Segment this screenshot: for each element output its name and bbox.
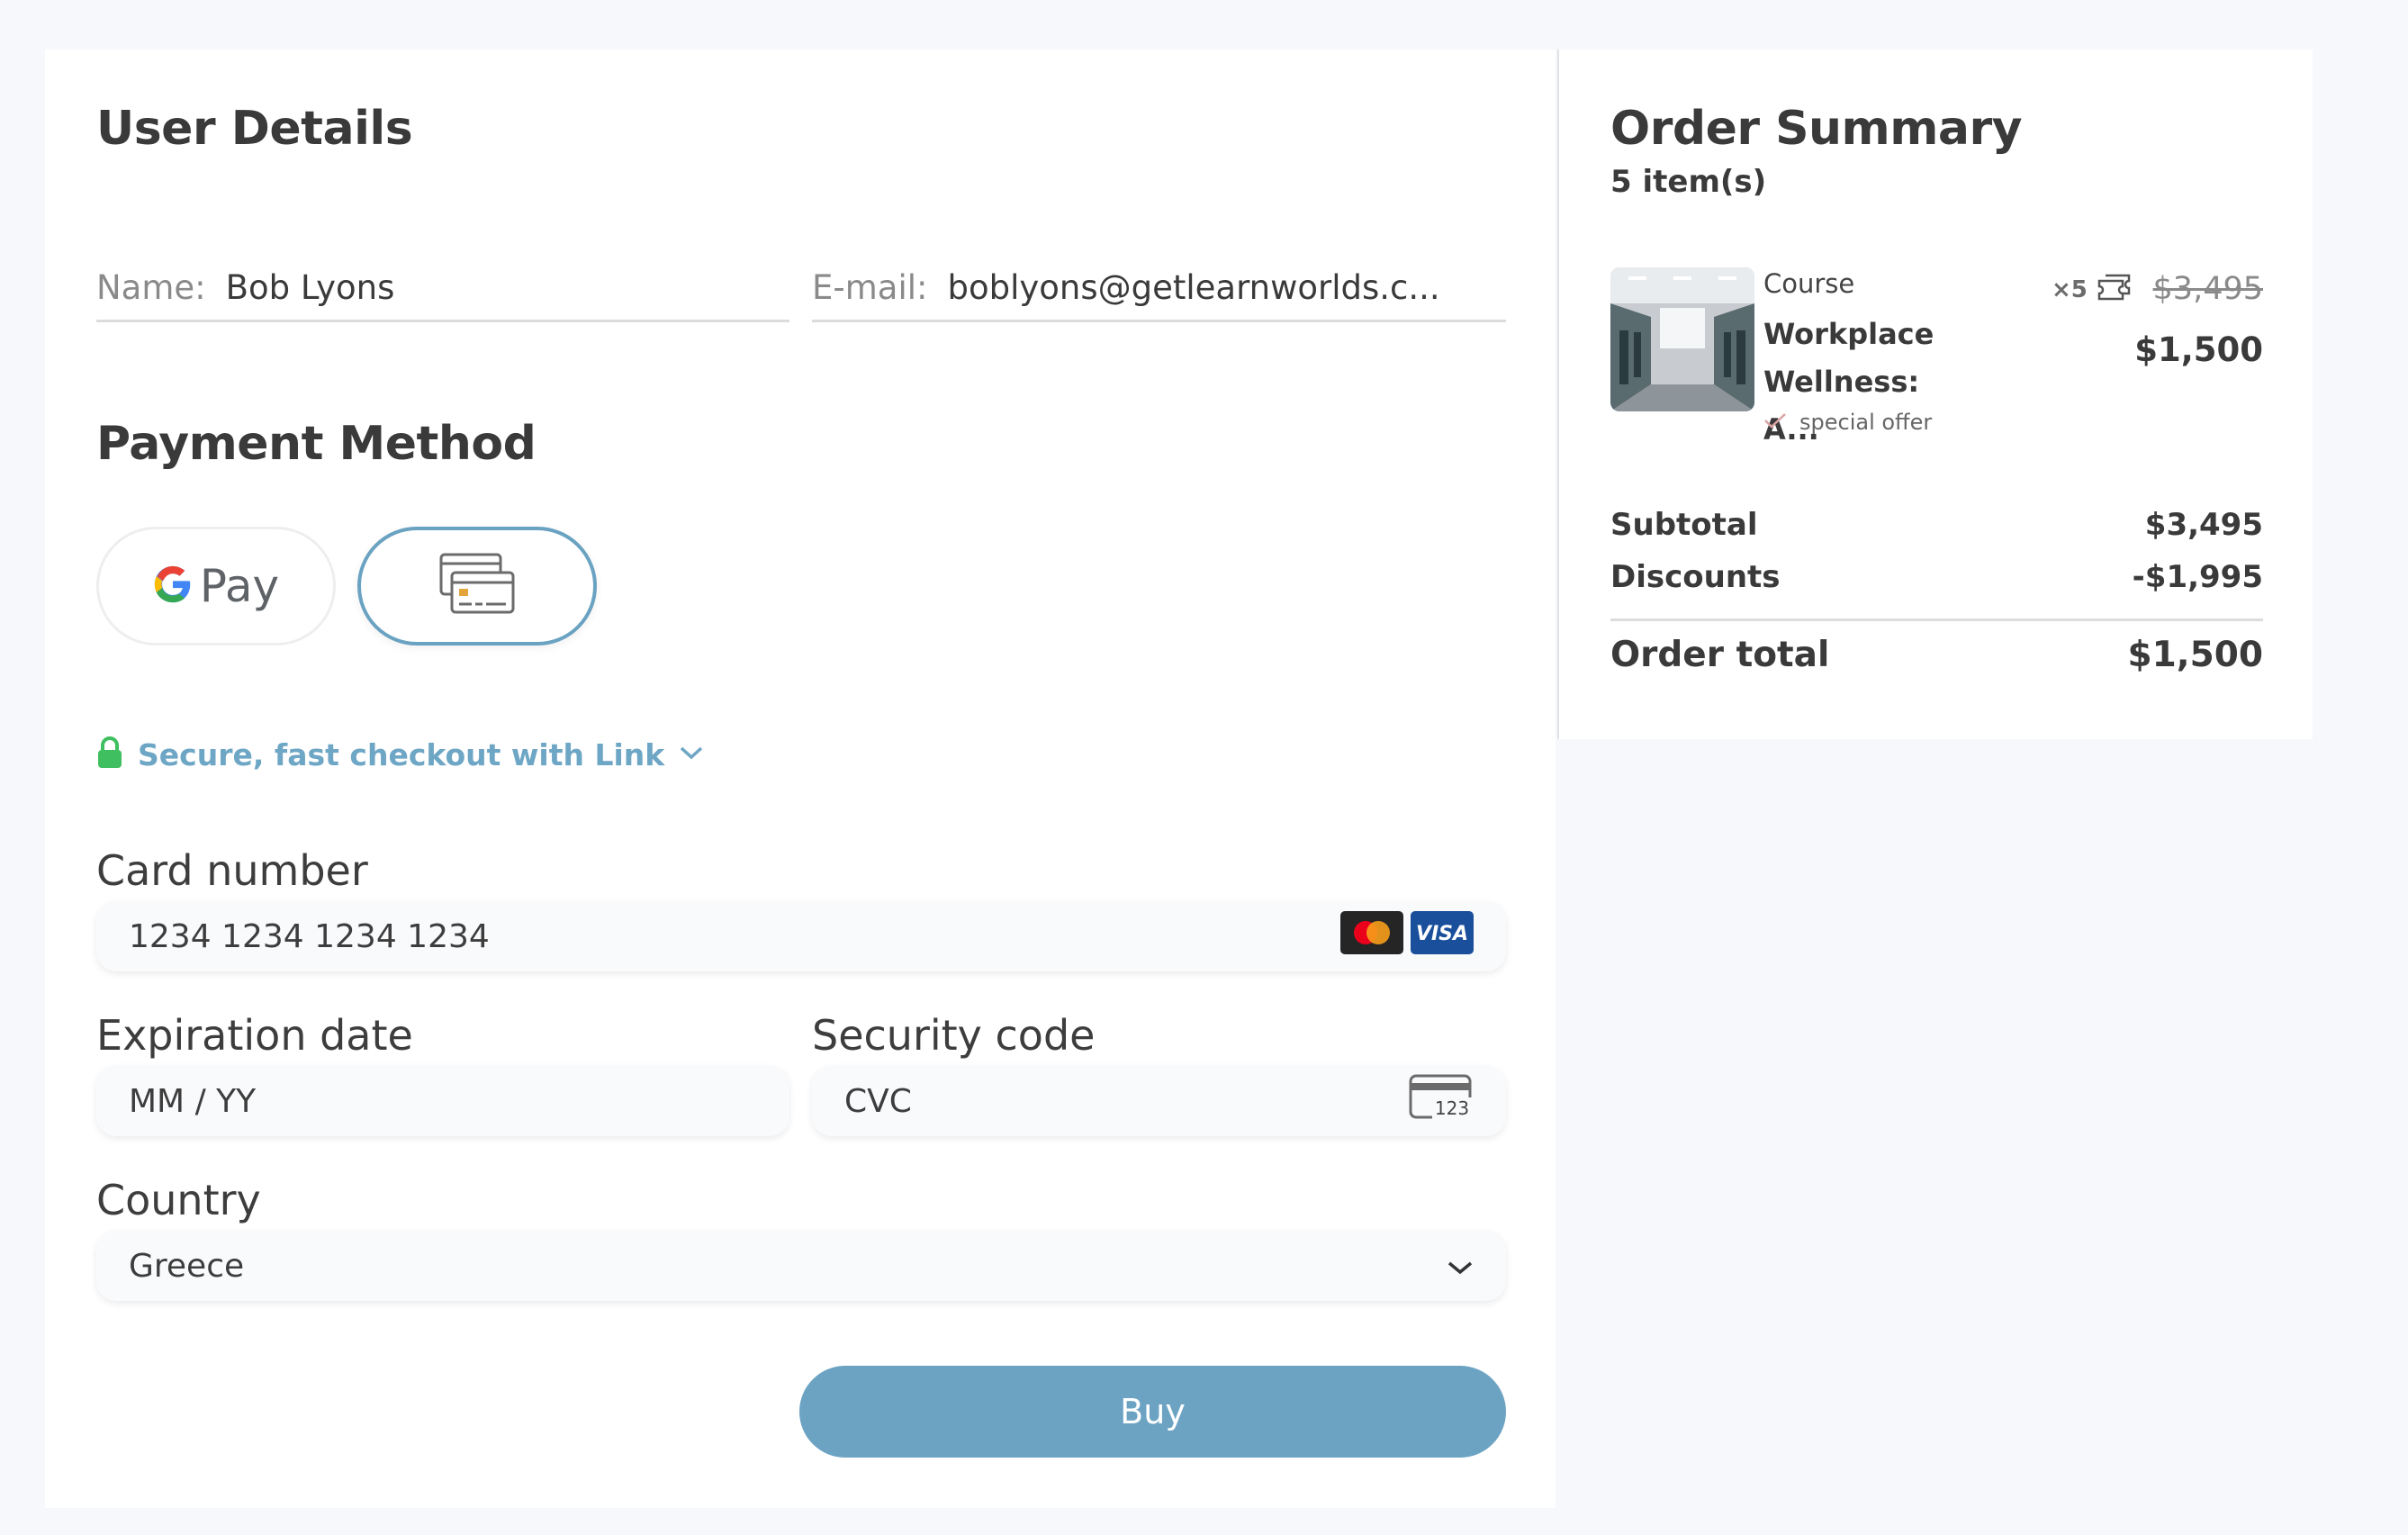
name-field: Name: Bob Lyons [96,255,789,322]
item-quantity: ×5 [2052,270,2133,309]
google-pay-button[interactable]: Pay [96,527,336,646]
special-offer-label: special offer [1799,410,1933,435]
visa-icon: VISA [1411,910,1474,962]
credit-card-icon [439,553,515,619]
chevron-down-icon [1447,1248,1474,1285]
expiration-input[interactable]: MM / YY [96,1066,789,1136]
subtotal-value: $3,495 [2144,507,2263,543]
special-offer: special offer [1763,410,1932,435]
course-name-line1: Workplace [1763,317,1935,351]
item-count: 5 item(s) [1610,164,1767,200]
card-number-label: Card number [96,846,368,895]
discounts-label: Discounts [1610,559,1781,595]
chevron-down-icon [679,745,704,764]
cvc-icon-text: 123 [1435,1097,1469,1119]
discounts-row: Discounts -$1,995 [1610,559,2263,595]
course-type: Course [1763,268,1855,299]
user-details-title: User Details [96,102,413,156]
buy-button[interactable]: Buy [799,1366,1506,1458]
payment-method-title: Payment Method [96,417,537,471]
course-thumbnail [1610,267,1754,411]
email-value: boblyons@getlearnworlds.c... [947,267,1440,307]
card-number-placeholder: 1234 1234 1234 1234 [129,917,490,955]
card-number-input[interactable]: 1234 1234 1234 1234 VISA [96,901,1506,971]
original-price: $3,495 [2152,271,2263,307]
cvc-card-icon: 123 [1409,1074,1474,1129]
country-select[interactable]: Greece [96,1231,1506,1301]
subtotal-row: Subtotal $3,495 [1610,507,2263,543]
discounted-price: $1,500 [2134,330,2263,369]
order-summary-title: Order Summary [1610,102,2023,156]
order-summary-panel: Order Summary 5 item(s) Course Workplace… [1557,50,2313,739]
google-g-icon [153,564,193,609]
card-brands: VISA [1340,910,1474,962]
link-checkout-toggle[interactable]: Secure, fast checkout with Link [96,736,704,773]
country-value: Greece [129,1247,245,1285]
discounts-value: -$1,995 [2132,559,2263,595]
name-label: Name: [96,267,206,307]
visa-text: VISA [1416,923,1468,945]
subtotal-label: Subtotal [1610,507,1758,543]
security-code-input[interactable]: CVC 123 [812,1066,1506,1136]
expiration-placeholder: MM / YY [129,1082,257,1120]
name-value: Bob Lyons [225,267,395,307]
google-pay-label: Pay [199,560,280,612]
mastercard-icon [1340,910,1403,962]
course-name-line2: Wellness: A... [1763,365,1920,447]
expiration-label: Expiration date [96,1011,413,1060]
country-label: Country [96,1176,261,1224]
order-total-value: $1,500 [2127,635,2264,675]
check-icon [1763,410,1787,435]
security-code-label: Security code [812,1011,1096,1060]
cvc-placeholder: CVC [844,1082,912,1120]
checkout-form-panel: User Details Name: Bob Lyons E-mail: bob… [45,50,1556,1508]
card-payment-button[interactable] [357,527,597,646]
order-total-row: Order total $1,500 [1610,635,2263,675]
order-total-label: Order total [1610,635,1830,675]
email-label: E-mail: [812,267,928,307]
link-checkout-label: Secure, fast checkout with Link [138,736,665,772]
email-field: E-mail: boblyons@getlearnworlds.c... [812,255,1506,322]
lock-icon [96,736,123,773]
tickets-icon [2097,270,2133,309]
quantity-text: ×5 [2052,275,2088,303]
summary-divider [1610,619,2263,621]
